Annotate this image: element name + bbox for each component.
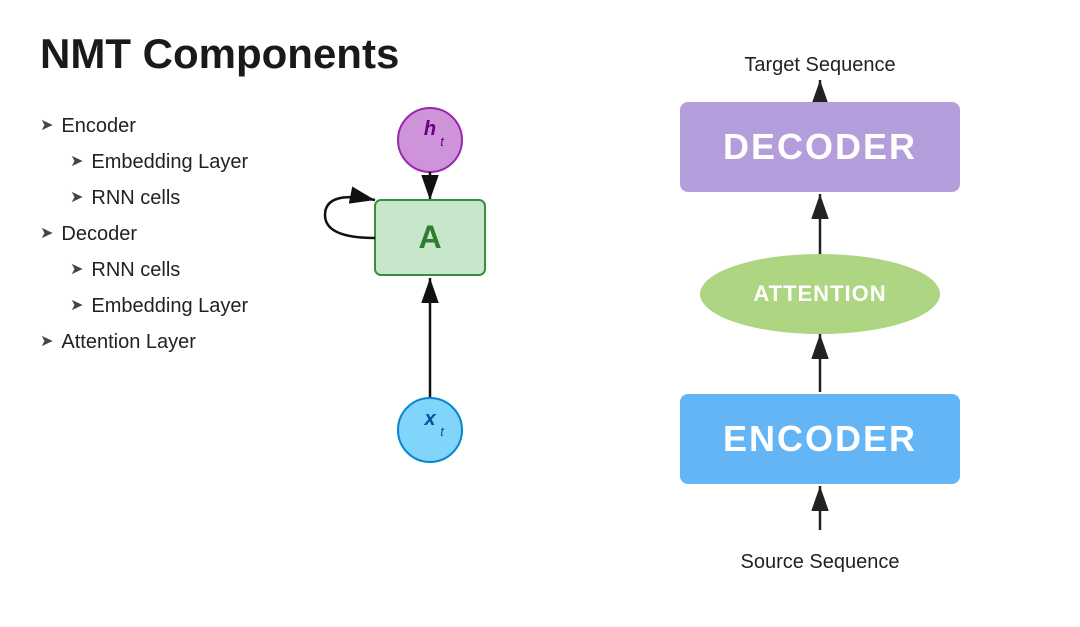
decoder-bullet-label: Decoder <box>61 216 137 252</box>
embedding-layer-1-label: Embedding Layer <box>91 144 248 180</box>
arrow-icon: ➤ <box>40 112 53 141</box>
arch-container: Target Sequence DECODER <box>650 54 990 574</box>
diagram-svg: h t A x t <box>320 100 540 480</box>
encoder-box: ENCODER <box>680 394 960 484</box>
arrow-icon: ➤ <box>70 256 83 285</box>
decoder-box: DECODER <box>680 102 960 192</box>
source-sequence-label: Source Sequence <box>740 551 899 574</box>
svg-text:h: h <box>424 118 436 140</box>
right-panel: Target Sequence DECODER <box>560 0 1080 627</box>
svg-text:x: x <box>423 408 436 430</box>
svg-text:A: A <box>418 219 441 255</box>
left-panel: NMT Components ➤ Encoder ➤ Embedding Lay… <box>0 0 560 627</box>
rnn-cells-1-label: RNN cells <box>91 180 180 216</box>
attention-layer-label: Attention Layer <box>61 324 196 360</box>
embedding-layer-2-label: Embedding Layer <box>91 288 248 324</box>
attention-label: ATTENTION <box>753 281 886 307</box>
encoder-label: ENCODER <box>723 418 917 460</box>
diagram-area: h t A x t <box>320 100 540 480</box>
arrow-icon: ➤ <box>40 220 53 249</box>
main-container: NMT Components ➤ Encoder ➤ Embedding Lay… <box>0 0 1080 627</box>
arrow-icon: ➤ <box>70 184 83 213</box>
target-sequence-label: Target Sequence <box>744 54 895 77</box>
decoder-label: DECODER <box>723 126 917 168</box>
attention-box: ATTENTION <box>700 254 940 334</box>
rnn-cells-2-label: RNN cells <box>91 252 180 288</box>
page-title: NMT Components <box>40 30 540 78</box>
arrow-icon: ➤ <box>70 292 83 321</box>
encoder-label: Encoder <box>61 108 136 144</box>
arrow-icon: ➤ <box>40 328 53 357</box>
arrow-icon: ➤ <box>70 148 83 177</box>
